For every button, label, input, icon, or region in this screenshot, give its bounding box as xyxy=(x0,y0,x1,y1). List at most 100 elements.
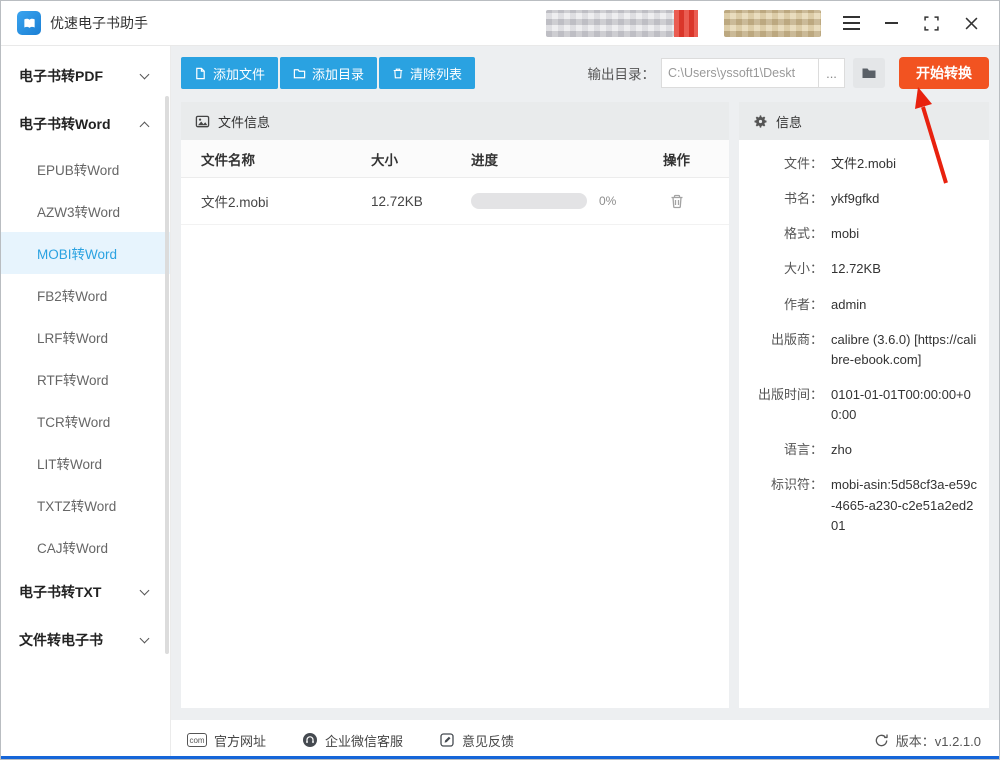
add-folder-button[interactable]: 添加目录 xyxy=(280,57,377,89)
file-panel-header: 文件信息 xyxy=(181,102,729,140)
progress-bar xyxy=(471,193,587,209)
sidebar-sub-label: EPUB转Word xyxy=(37,159,119,179)
chevron-down-icon xyxy=(140,634,150,644)
redacted-banner-1 xyxy=(546,10,674,37)
version-label: 版本：v1.2.1.0 xyxy=(896,731,981,750)
browse-more-button[interactable]: ... xyxy=(819,58,845,88)
open-folder-button[interactable] xyxy=(853,58,885,88)
info-field-size: 大小： 12.72KB xyxy=(749,259,977,279)
field-value: 文件2.mobi xyxy=(831,154,977,174)
sidebar-label: 电子书转TXT xyxy=(19,582,101,602)
feedback-label: 意见反馈 xyxy=(462,731,514,750)
field-value: calibre (3.6.0) [https://calibre-ebook.c… xyxy=(831,330,977,370)
feedback-icon xyxy=(439,732,455,748)
trash-icon xyxy=(392,67,404,80)
add-file-label: 添加文件 xyxy=(213,64,265,83)
sidebar-item-lit-to-word[interactable]: LIT转Word xyxy=(1,442,170,484)
field-label: 书名： xyxy=(749,189,823,209)
sidebar-item-file-to-ebook[interactable]: 文件转电子书 xyxy=(1,616,170,664)
app-title: 优速电子书助手 xyxy=(50,13,148,33)
info-field-book-title: 书名： ykf9gfkd xyxy=(749,189,977,209)
info-panel-title: 信息 xyxy=(776,112,802,131)
sidebar-item-fb2-to-word[interactable]: FB2转Word xyxy=(1,274,170,316)
info-fields: 文件： 文件2.mobi 书名： ykf9gfkd 格式： mobi 大小： xyxy=(739,140,989,561)
sidebar-label: 电子书转Word xyxy=(19,114,111,134)
field-value: ykf9gfkd xyxy=(831,189,977,209)
table-row: 文件2.mobi 12.72KB 0% xyxy=(181,178,729,225)
sidebar-item-caj-to-word[interactable]: CAJ转Word xyxy=(1,526,170,568)
table-header: 文件名称 大小 进度 操作 xyxy=(181,140,729,178)
add-folder-label: 添加目录 xyxy=(312,64,364,83)
output-dir-label: 输出目录： xyxy=(588,63,656,83)
com-icon: com xyxy=(187,733,207,747)
version-group: 版本：v1.2.1.0 xyxy=(874,731,981,750)
sidebar-item-epub-to-word[interactable]: EPUB转Word xyxy=(1,148,170,190)
sidebar-sub-label: RTF转Word xyxy=(37,369,109,389)
maximize-button[interactable] xyxy=(917,9,945,37)
sidebar-item-rtf-to-word[interactable]: RTF转Word xyxy=(1,358,170,400)
sidebar-item-ebook-to-pdf[interactable]: 电子书转PDF xyxy=(1,52,170,100)
chevron-down-icon xyxy=(140,70,150,80)
sidebar-sub-label: LRF转Word xyxy=(37,327,108,347)
close-button[interactable] xyxy=(957,9,985,37)
feedback-link[interactable]: 意见反馈 xyxy=(439,731,514,750)
wechat-support-label: 企业微信客服 xyxy=(325,731,403,750)
file-panel-title: 文件信息 xyxy=(218,112,270,131)
wechat-support-link[interactable]: 企业微信客服 xyxy=(302,731,403,750)
info-field-identifier: 标识符： mobi-asin:5d58cf3a-e59c-4665-a230-c… xyxy=(749,475,977,535)
refresh-icon[interactable] xyxy=(874,733,889,748)
file-icon xyxy=(194,67,207,80)
output-dir-group: 输出目录： ... 开始转换 xyxy=(588,57,990,89)
trash-icon xyxy=(669,193,685,210)
sidebar-scrollbar[interactable] xyxy=(165,96,169,654)
info-field-pubdate: 出版时间： 0101-01-01T00:00:00+00:00 xyxy=(749,385,977,425)
sidebar-item-lrf-to-word[interactable]: LRF转Word xyxy=(1,316,170,358)
cell-size: 12.72KB xyxy=(371,194,471,209)
sidebar-item-txtz-to-word[interactable]: TXTZ转Word xyxy=(1,484,170,526)
window-controls xyxy=(837,9,985,37)
app-logo-icon xyxy=(17,11,41,35)
info-field-format: 格式： mobi xyxy=(749,224,977,244)
sidebar-sub-label: AZW3转Word xyxy=(37,201,120,221)
start-convert-button[interactable]: 开始转换 xyxy=(899,57,989,89)
field-value: mobi-asin:5d58cf3a-e59c-4665-a230-c2e51a… xyxy=(831,475,977,535)
sidebar-item-ebook-to-word[interactable]: 电子书转Word xyxy=(1,100,170,148)
delete-row-button[interactable] xyxy=(669,193,685,210)
official-website-label: 官方网址 xyxy=(214,731,266,750)
field-label: 出版商： xyxy=(749,330,823,370)
menu-hamburger-icon[interactable] xyxy=(837,9,865,37)
sidebar-item-mobi-to-word[interactable]: MOBI转Word xyxy=(1,232,170,274)
progress-percent: 0% xyxy=(599,194,616,208)
sidebar-item-tcr-to-word[interactable]: TCR转Word xyxy=(1,400,170,442)
minimize-button[interactable] xyxy=(877,9,905,37)
field-value: admin xyxy=(831,295,977,315)
col-header-progress: 进度 xyxy=(471,149,624,169)
col-header-filename: 文件名称 xyxy=(201,149,371,169)
sidebar-item-azw3-to-word[interactable]: AZW3转Word xyxy=(1,190,170,232)
field-label: 标识符： xyxy=(749,475,823,535)
sidebar-item-ebook-to-txt[interactable]: 电子书转TXT xyxy=(1,568,170,616)
metadata-panel: 信息 文件： 文件2.mobi 书名： ykf9gfkd 格式： xyxy=(739,102,989,708)
output-dir-input[interactable] xyxy=(661,58,819,88)
sidebar-sub-label: LIT转Word xyxy=(37,453,102,473)
chevron-up-icon xyxy=(140,121,150,131)
info-panel-header: 信息 xyxy=(739,102,989,140)
toolbar: 添加文件 添加目录 清除列表 输出目录： ... 开始 xyxy=(181,56,989,90)
chevron-down-icon xyxy=(140,586,150,596)
sidebar-sub-label: TXTZ转Word xyxy=(37,495,116,515)
sidebar-sub-label: FB2转Word xyxy=(37,285,107,305)
field-label: 格式： xyxy=(749,224,823,244)
field-label: 大小： xyxy=(749,259,823,279)
field-value: 0101-01-01T00:00:00+00:00 xyxy=(831,385,977,425)
content-panels: 文件信息 文件名称 大小 进度 操作 文件2.mobi 12.72KB 0% xyxy=(181,102,989,708)
info-field-publisher: 出版商： calibre (3.6.0) [https://calibre-eb… xyxy=(749,330,977,370)
file-list-panel: 文件信息 文件名称 大小 进度 操作 文件2.mobi 12.72KB 0% xyxy=(181,102,729,708)
col-header-size: 大小 xyxy=(371,149,471,169)
sidebar-label: 电子书转PDF xyxy=(19,66,103,86)
official-website-link[interactable]: com 官方网址 xyxy=(187,731,266,750)
clear-list-button[interactable]: 清除列表 xyxy=(379,57,475,89)
headset-icon xyxy=(302,732,318,748)
add-file-button[interactable]: 添加文件 xyxy=(181,57,278,89)
sidebar: 电子书转PDF 电子书转Word EPUB转Word AZW3转Word MOB… xyxy=(1,46,171,760)
info-field-language: 语言： zho xyxy=(749,440,977,460)
